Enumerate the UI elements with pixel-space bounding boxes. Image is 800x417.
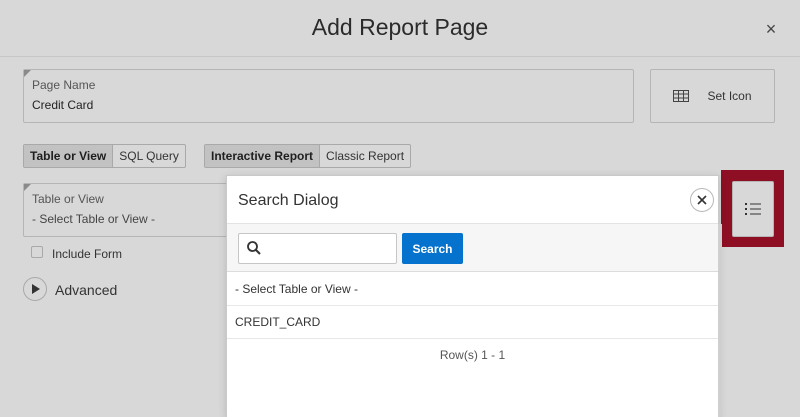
report-type-toggle: Interactive Report Classic Report bbox=[204, 144, 412, 168]
include-form-label: Include Form bbox=[52, 247, 123, 261]
close-icon bbox=[697, 195, 707, 205]
advanced-label[interactable]: Advanced bbox=[55, 282, 117, 298]
set-icon-button[interactable]: Set Icon bbox=[650, 69, 775, 123]
search-dialog-close-button[interactable] bbox=[690, 188, 714, 212]
list-icon bbox=[745, 203, 761, 215]
table-icon bbox=[673, 90, 690, 102]
page-name-label: Page Name bbox=[32, 78, 96, 92]
search-dialog-title: Search Dialog bbox=[238, 192, 339, 209]
required-marker bbox=[24, 184, 31, 191]
list-item[interactable]: CREDIT_CARD bbox=[227, 306, 718, 339]
play-icon bbox=[32, 284, 40, 294]
search-toolbar: Search bbox=[227, 224, 718, 272]
report-option-classic[interactable]: Classic Report bbox=[320, 145, 410, 167]
list-item[interactable]: - Select Table or View - bbox=[227, 273, 718, 306]
search-button[interactable]: Search bbox=[402, 233, 463, 264]
report-option-interactive[interactable]: Interactive Report bbox=[205, 145, 321, 167]
set-icon-label: Set Icon bbox=[707, 89, 752, 103]
search-input[interactable] bbox=[238, 233, 397, 264]
search-dialog: Search Dialog Search - Select Table or V… bbox=[226, 175, 722, 417]
source-type-toggle: Table or View SQL Query bbox=[23, 144, 186, 168]
table-or-view-label: Table or View bbox=[32, 192, 104, 206]
row-count: Row(s) 1 - 1 bbox=[439, 348, 506, 362]
table-or-view-value[interactable]: - Select Table or View - bbox=[32, 212, 155, 226]
table-or-view-field[interactable]: Table or View - Select Table or View - bbox=[23, 183, 233, 237]
advanced-toggle-button[interactable] bbox=[23, 277, 47, 301]
table-list-button[interactable] bbox=[732, 181, 774, 237]
scrollbar[interactable] bbox=[718, 224, 722, 417]
source-option-sql-query[interactable]: SQL Query bbox=[113, 145, 185, 167]
search-icon bbox=[247, 241, 261, 255]
dialog-title: Add Report Page bbox=[311, 14, 489, 40]
source-option-table-or-view[interactable]: Table or View bbox=[24, 145, 114, 167]
page-name-field[interactable]: Page Name Credit Card bbox=[23, 69, 634, 123]
required-marker bbox=[24, 70, 31, 77]
page-name-value[interactable]: Credit Card bbox=[32, 98, 93, 112]
title-divider bbox=[0, 56, 800, 57]
close-icon[interactable]: × bbox=[760, 18, 782, 40]
include-form-checkbox[interactable] bbox=[31, 246, 43, 258]
